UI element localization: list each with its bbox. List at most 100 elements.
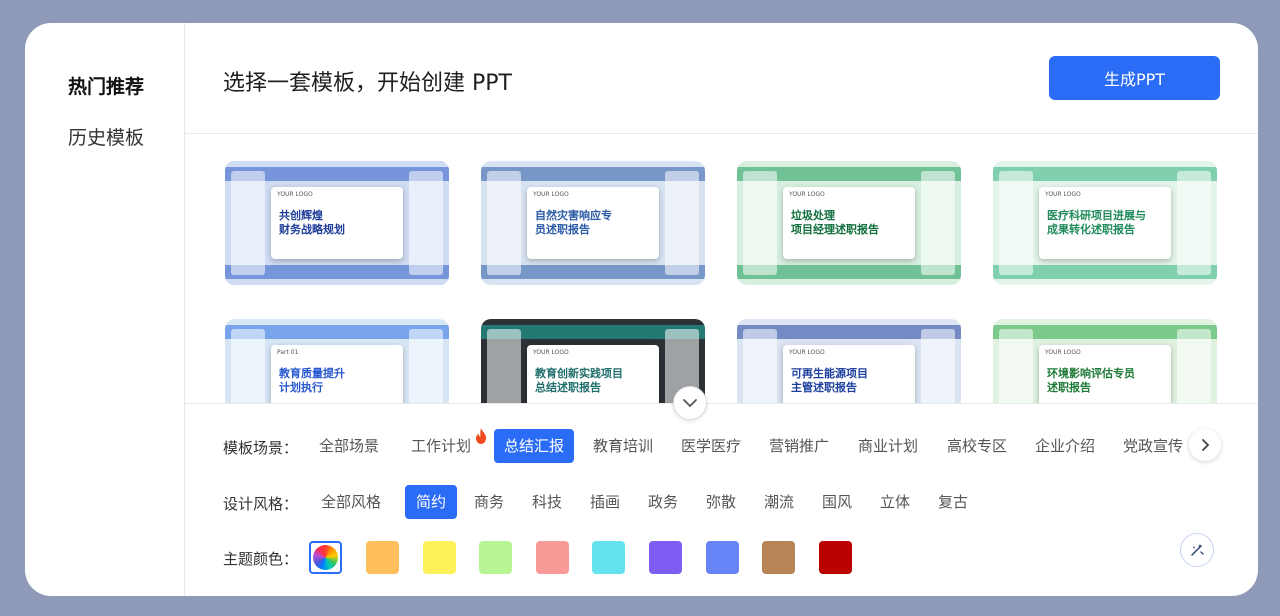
template-title-line: 垃圾处理 (791, 209, 835, 222)
thumbnail-logo-text: YOUR LOGO (533, 349, 569, 356)
scene-scroll-right-button[interactable] (1189, 429, 1221, 461)
thumbnail-side-panel (487, 329, 521, 403)
rainbow-icon (313, 545, 338, 570)
template-title-line: 共创辉煌 (279, 209, 323, 222)
thumbnail-side-panel (231, 171, 265, 275)
thumbnail-side-panel (1177, 329, 1211, 403)
template-thumbnail[interactable]: YOUR LOGO 自然灾害响应专 员述职报告 (481, 161, 705, 285)
thumbnail-side-panel (487, 171, 521, 275)
template-title-line: 教育创新实践项目 (535, 367, 623, 380)
template-title: 医疗科研项目进展与 成果转化述职报告 (1047, 209, 1165, 237)
thumbnail-logo-text: Part 01 (277, 349, 299, 356)
template-title-line: 环境影响评估专员 (1047, 367, 1135, 380)
scene-label: 模板场景： (223, 439, 299, 457)
color-swatch[interactable] (535, 541, 569, 574)
template-thumbnail[interactable]: YOUR LOGO 可再生能源项目 主管述职报告 (737, 319, 961, 403)
template-title-line: 教育质量提升 (279, 367, 345, 380)
color-swatch[interactable] (422, 541, 456, 574)
thumbnail-side-panel (231, 329, 265, 403)
template-thumbnail[interactable]: YOUR LOGO 垃圾处理 项目经理述职报告 (737, 161, 961, 285)
color-swatch[interactable] (705, 541, 739, 574)
sidebar-item-history[interactable]: 历史模板 (68, 123, 144, 150)
thumbnail-logo-text: YOUR LOGO (1045, 191, 1081, 198)
template-title-line: 总结述职报告 (535, 381, 601, 394)
header-divider (185, 133, 1258, 134)
template-thumbnail[interactable]: YOUR LOGO 共创辉煌 财务战略规划 (225, 161, 449, 285)
style-chip[interactable]: 插画 (579, 485, 631, 519)
color-swatch[interactable] (592, 541, 626, 574)
style-chip[interactable]: 政务 (637, 485, 689, 519)
filter-divider (185, 403, 1258, 404)
template-title-line: 述职报告 (1047, 381, 1091, 394)
style-chip[interactable]: 潮流 (753, 485, 805, 519)
scene-chip[interactable]: 工作计划 (401, 429, 481, 463)
template-title: 自然灾害响应专 员述职报告 (535, 209, 653, 237)
color-swatch[interactable] (479, 541, 513, 574)
thumbnail-side-panel (743, 171, 777, 275)
template-thumbnail[interactable]: YOUR LOGO 教育创新实践项目 总结述职报告 (481, 319, 705, 403)
generate-ppt-button[interactable]: 生成PPT (1049, 56, 1220, 100)
scene-chip[interactable]: 教育培训 (583, 429, 663, 463)
template-title: 教育质量提升 计划执行 (279, 367, 397, 395)
template-title-line: 医疗科研项目进展与 (1047, 209, 1146, 222)
template-grid: YOUR LOGO 共创辉煌 财务战略规划 YOUR LOGO 自然灾害响应专 员述职报告… (225, 161, 1218, 403)
expand-chevron-button[interactable] (673, 386, 707, 420)
scene-chip[interactable]: 党政宣传 (1113, 429, 1193, 463)
style-chip[interactable]: 科技 (521, 485, 573, 519)
template-title: 可再生能源项目 主管述职报告 (791, 367, 909, 395)
thumbnail-side-panel (743, 329, 777, 403)
sidebar: 热门推荐 历史模板 (25, 23, 185, 596)
scene-chip[interactable]: 营销推广 (759, 429, 839, 463)
style-chip[interactable]: 复古 (927, 485, 979, 519)
style-chip[interactable]: 国风 (811, 485, 863, 519)
thumbnail-side-panel (999, 329, 1033, 403)
style-chip[interactable]: 商务 (463, 485, 515, 519)
template-thumbnail[interactable]: YOUR LOGO 医疗科研项目进展与 成果转化述职报告 (993, 161, 1217, 285)
template-title: 共创辉煌 财务战略规划 (279, 209, 397, 237)
scene-chip[interactable]: 全部场景 (309, 429, 389, 463)
color-swatch[interactable] (762, 541, 796, 574)
template-title-line: 员述职报告 (535, 223, 590, 236)
thumbnail-side-panel (999, 171, 1033, 275)
template-title-line: 主管述职报告 (791, 381, 857, 394)
style-chip[interactable]: 简约 (405, 485, 457, 519)
thumbnail-side-panel (409, 329, 443, 403)
thumbnail-side-panel (921, 329, 955, 403)
scene-chip[interactable]: 商业计划 (848, 429, 928, 463)
template-title: 垃圾处理 项目经理述职报告 (791, 209, 909, 237)
template-thumbnail[interactable]: YOUR LOGO 环境影响评估专员 述职报告 (993, 319, 1217, 403)
template-title-line: 成果转化述职报告 (1047, 223, 1135, 236)
template-thumbnail[interactable]: Part 01 教育质量提升 计划执行 (225, 319, 449, 403)
template-title: 环境影响评估专员 述职报告 (1047, 367, 1165, 395)
thumbnail-side-panel (409, 171, 443, 275)
scene-chip[interactable]: 企业介绍 (1025, 429, 1105, 463)
color-swatch[interactable] (366, 541, 399, 574)
fire-icon (476, 428, 486, 444)
thumbnail-logo-text: YOUR LOGO (789, 349, 825, 356)
style-label: 设计风格： (223, 495, 299, 513)
thumbnail-logo-text: YOUR LOGO (789, 191, 825, 198)
thumbnail-side-panel (665, 171, 699, 275)
sidebar-item-hot[interactable]: 热门推荐 (68, 72, 144, 99)
color-swatch-all[interactable] (309, 541, 342, 574)
thumbnail-logo-text: YOUR LOGO (533, 191, 569, 198)
scene-chip[interactable]: 高校专区 (937, 429, 1017, 463)
color-swatch[interactable] (649, 541, 682, 574)
template-title: 教育创新实践项目 总结述职报告 (535, 367, 653, 395)
thumbnail-side-panel (921, 171, 955, 275)
color-swatch[interactable] (818, 541, 852, 574)
scene-chip[interactable]: 医学医疗 (671, 429, 751, 463)
color-label: 主题颜色： (223, 550, 299, 568)
scene-chip[interactable]: 总结汇报 (494, 429, 574, 463)
magic-wand-icon (1191, 544, 1204, 556)
thumbnail-logo-text: YOUR LOGO (1045, 349, 1081, 356)
template-title-line: 计划执行 (279, 381, 323, 394)
style-chip[interactable]: 立体 (869, 485, 921, 519)
style-chip[interactable]: 弥散 (695, 485, 747, 519)
template-title-line: 项目经理述职报告 (791, 223, 879, 236)
magic-wand-button[interactable] (1180, 533, 1214, 567)
thumbnail-logo-text: YOUR LOGO (277, 191, 313, 198)
template-title-line: 可再生能源项目 (791, 367, 868, 380)
template-picker-card: 热门推荐 历史模板 选择一套模板，开始创建 PPT 生成PPT YOUR LOG… (25, 23, 1258, 596)
style-chip[interactable]: 全部风格 (309, 485, 393, 519)
